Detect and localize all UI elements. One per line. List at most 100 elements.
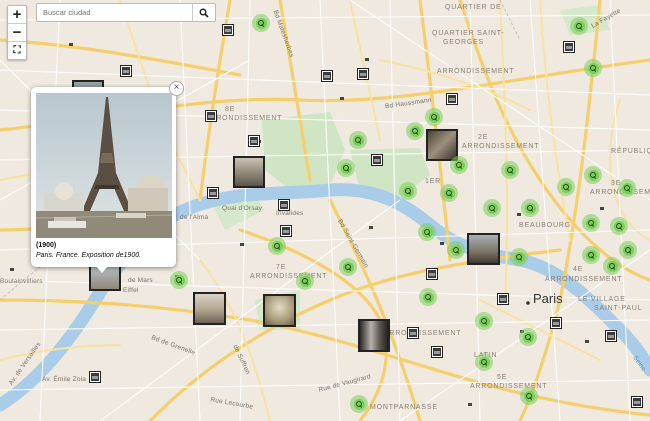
photo-cluster[interactable] bbox=[447, 241, 465, 259]
popup-close-button[interactable]: × bbox=[169, 81, 184, 96]
photo-marker[interactable] bbox=[248, 135, 260, 147]
label-republique: RÉPUBLIQUE bbox=[611, 148, 650, 155]
photo-marker[interactable] bbox=[426, 268, 438, 280]
popup-date: (1900) bbox=[36, 242, 57, 249]
photo-cluster[interactable] bbox=[339, 258, 357, 276]
photo-cluster[interactable] bbox=[582, 214, 600, 232]
photo-cluster[interactable] bbox=[557, 178, 575, 196]
zoom-in-icon bbox=[428, 111, 440, 123]
zoom-in-icon bbox=[621, 182, 633, 194]
map-controls: + − ⛶ bbox=[7, 5, 27, 60]
zoom-in-icon bbox=[409, 125, 421, 137]
photo-cluster[interactable] bbox=[570, 17, 588, 35]
label-arr-2e: ARRONDISSEMENT bbox=[462, 143, 540, 150]
zoom-in-icon bbox=[613, 220, 625, 232]
photo-cluster[interactable] bbox=[501, 161, 519, 179]
photo-marker[interactable] bbox=[321, 70, 333, 82]
photo-cluster[interactable] bbox=[483, 199, 501, 217]
city-search bbox=[36, 3, 216, 22]
photo-thumbnail[interactable] bbox=[358, 319, 390, 352]
photo-cluster[interactable] bbox=[350, 395, 368, 413]
photo-cluster[interactable] bbox=[268, 237, 286, 255]
label-1er: 1ER bbox=[425, 178, 442, 185]
search-input[interactable] bbox=[37, 4, 199, 21]
label-montparnasse: MONTPARNASSE bbox=[370, 404, 438, 411]
photo-marker[interactable] bbox=[120, 65, 132, 77]
label-arr-6e: ARRONDISSEMENT bbox=[384, 330, 462, 337]
photo-marker[interactable] bbox=[371, 154, 383, 166]
photo-cluster[interactable] bbox=[450, 156, 468, 174]
photo-cluster[interactable] bbox=[440, 184, 458, 202]
photo-cluster[interactable] bbox=[519, 328, 537, 346]
photo-cluster[interactable] bbox=[349, 131, 367, 149]
photo-cluster[interactable] bbox=[619, 241, 637, 259]
zoom-in-icon bbox=[402, 185, 414, 197]
photo-cluster[interactable] bbox=[618, 179, 636, 197]
zoom-in-icon bbox=[560, 181, 572, 193]
photo-cluster[interactable] bbox=[475, 353, 493, 371]
label-quartier-de: QUARTIER DE bbox=[445, 4, 502, 11]
photo-cluster[interactable] bbox=[521, 199, 539, 217]
zoom-in-icon bbox=[421, 226, 433, 238]
photo-thumbnail[interactable] bbox=[193, 292, 226, 325]
photo-thumbnail[interactable] bbox=[426, 129, 458, 161]
zoom-out-button[interactable]: − bbox=[8, 24, 26, 42]
photo-cluster[interactable] bbox=[520, 387, 538, 405]
photo-marker[interactable] bbox=[497, 293, 509, 305]
photo-cluster[interactable] bbox=[475, 312, 493, 330]
fullscreen-button[interactable]: ⛶ bbox=[8, 42, 26, 59]
zoom-in-icon bbox=[606, 260, 618, 272]
photo-thumbnail[interactable] bbox=[263, 294, 296, 327]
photo-marker[interactable] bbox=[207, 187, 219, 199]
photo-cluster[interactable] bbox=[510, 248, 528, 266]
photo-cluster[interactable] bbox=[610, 217, 628, 235]
photo-cluster[interactable] bbox=[337, 159, 355, 177]
photo-marker[interactable] bbox=[631, 396, 643, 408]
label-alma: de l'Alma bbox=[180, 214, 209, 221]
label-5e: 5E bbox=[497, 374, 508, 381]
photo-cluster[interactable] bbox=[425, 108, 443, 126]
photo-cluster[interactable] bbox=[419, 288, 437, 306]
photo-cluster[interactable] bbox=[584, 166, 602, 184]
photo-cluster[interactable] bbox=[296, 272, 314, 290]
search-icon bbox=[199, 8, 209, 18]
photo-marker[interactable] bbox=[278, 199, 290, 211]
photo-marker[interactable] bbox=[446, 93, 458, 105]
photo-marker[interactable] bbox=[222, 24, 234, 36]
map[interactable]: QUARTIER SAINT- GEORGES QUARTIER DE ARRO… bbox=[0, 0, 650, 421]
photo-marker[interactable] bbox=[431, 346, 443, 358]
photo-cluster[interactable] bbox=[406, 122, 424, 140]
label-2e: 2E bbox=[478, 134, 489, 141]
zoom-in-icon bbox=[342, 261, 354, 273]
zoom-in-icon bbox=[478, 315, 490, 327]
zoom-in-icon bbox=[486, 202, 498, 214]
photo-marker[interactable] bbox=[563, 41, 575, 53]
zoom-in-icon bbox=[422, 291, 434, 303]
photo-marker[interactable] bbox=[205, 110, 217, 122]
photo-cluster[interactable] bbox=[418, 223, 436, 241]
photo-marker[interactable] bbox=[89, 371, 101, 383]
zoom-in-icon bbox=[352, 134, 364, 146]
photo-marker[interactable] bbox=[407, 327, 419, 339]
photo-thumbnail[interactable] bbox=[233, 156, 265, 188]
zoom-in-icon bbox=[585, 217, 597, 229]
photo-marker[interactable] bbox=[605, 330, 617, 342]
zoom-in-icon bbox=[450, 244, 462, 256]
popup-tip bbox=[96, 266, 108, 273]
photo-cluster[interactable] bbox=[399, 182, 417, 200]
photo-cluster[interactable] bbox=[170, 271, 188, 289]
photo-marker[interactable] bbox=[280, 225, 292, 237]
photo-marker[interactable] bbox=[550, 317, 562, 329]
popup-photo[interactable] bbox=[36, 93, 172, 238]
photo-marker[interactable] bbox=[357, 68, 369, 80]
photo-cluster[interactable] bbox=[584, 59, 602, 77]
zoom-in-icon bbox=[443, 187, 455, 199]
photo-cluster[interactable] bbox=[582, 246, 600, 264]
zoom-in-icon bbox=[513, 251, 525, 263]
zoom-in-button[interactable]: + bbox=[8, 6, 26, 24]
photo-cluster[interactable] bbox=[603, 257, 621, 275]
zoom-in-icon bbox=[340, 162, 352, 174]
search-button[interactable] bbox=[192, 4, 215, 21]
photo-cluster[interactable] bbox=[252, 14, 270, 32]
photo-thumbnail[interactable] bbox=[467, 233, 500, 265]
